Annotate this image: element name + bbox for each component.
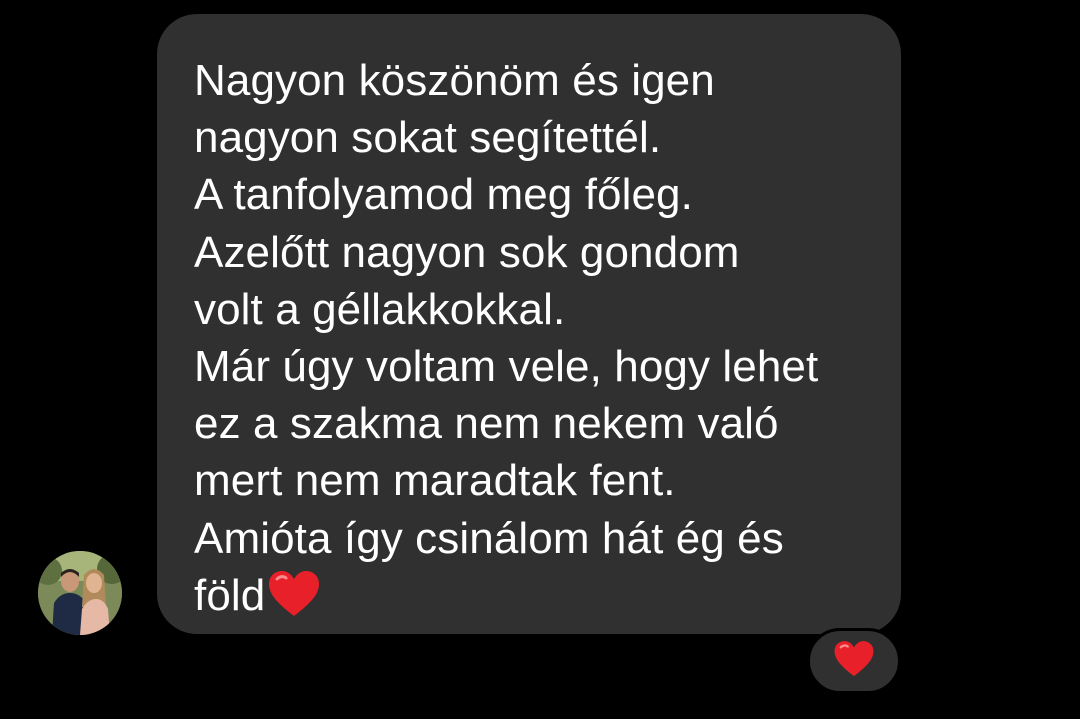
message-line-text: föld [194, 570, 266, 620]
message-line: nagyon sokat segítettél. [194, 113, 662, 163]
message-line: volt a géllakkokkal. [194, 284, 566, 334]
message-line: Már úgy voltam vele, hogy lehet [194, 342, 819, 392]
message-line: Amióta így csinálom hát ég és [194, 513, 784, 563]
message-line-last: föld [194, 567, 871, 632]
heart-reaction-icon [833, 640, 875, 683]
message-line: mert nem maradtak fent. [194, 456, 676, 506]
message-line: Nagyon köszönöm és igen [194, 56, 715, 105]
avatar[interactable] [38, 551, 122, 635]
heart-emoji-icon [267, 570, 321, 632]
reaction-badge[interactable] [807, 628, 901, 694]
message-line: Azelőtt nagyon sok gondom [194, 227, 740, 277]
message-line: A tanfolyamod meg főleg. [194, 170, 693, 220]
chat-screen: Nagyon köszönöm és igen nagyon sokat seg… [0, 0, 1080, 719]
message-line: ez a szakma nem nekem való [194, 399, 779, 449]
message-bubble[interactable]: Nagyon köszönöm és igen nagyon sokat seg… [157, 14, 901, 634]
avatar-photo [38, 551, 122, 635]
